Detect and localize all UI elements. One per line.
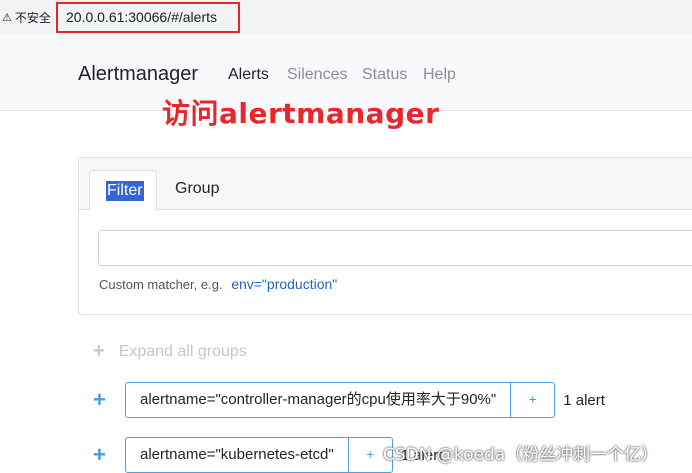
security-label: 不安全 — [14, 11, 51, 25]
add-filter-button[interactable]: + — [511, 382, 556, 418]
expand-group-icon[interactable]: + — [93, 442, 125, 468]
group-label[interactable]: alertname="controller-manager的cpu使用率大于90… — [125, 382, 512, 418]
brand-logo[interactable]: Alertmanager — [78, 63, 198, 86]
group-label[interactable]: alertname="kubernetes-etcd" — [125, 437, 349, 473]
nav-silences[interactable]: Silences — [287, 66, 347, 84]
alert-group: + alertname="controller-manager的cpu使用率大于… — [93, 382, 605, 418]
matcher-input[interactable] — [98, 230, 692, 266]
matcher-hint: Custom matcher, e.g. env="production" — [99, 276, 337, 292]
browser-address-bar: ⚠ 不安全 20.0.0.61:30066/#/alerts — [0, 0, 692, 35]
warning-icon: ⚠ — [2, 12, 12, 24]
expand-all-groups[interactable]: + Expand all groups — [93, 340, 247, 363]
hint-example[interactable]: env="production" — [231, 276, 337, 292]
expand-all-label: Expand all groups — [118, 342, 247, 360]
url-field[interactable]: 20.0.0.61:30066/#/alerts — [56, 2, 240, 33]
nav-help[interactable]: Help — [423, 66, 456, 84]
alert-count: 1 alert — [563, 391, 605, 409]
card-header: Filter Group — [79, 158, 692, 211]
plus-icon: + — [93, 340, 105, 362]
annotation-text: 访问alertmanager — [162, 97, 440, 130]
nav-status[interactable]: Status — [362, 66, 407, 84]
tab-filter-label: Filter — [106, 181, 144, 201]
watermark: CSDN @koeda（粉丝冲刺一个亿） — [383, 445, 659, 465]
nav-alerts[interactable]: Alerts — [228, 66, 269, 84]
tab-filter[interactable]: Filter — [89, 170, 157, 211]
filter-card: Filter Group Custom matcher, e.g. env="p… — [78, 157, 692, 315]
hint-text: Custom matcher, e.g. — [99, 277, 223, 292]
security-indicator[interactable]: ⚠ 不安全 — [2, 9, 51, 26]
tab-group[interactable]: Group — [175, 180, 219, 198]
expand-group-icon[interactable]: + — [93, 387, 125, 413]
